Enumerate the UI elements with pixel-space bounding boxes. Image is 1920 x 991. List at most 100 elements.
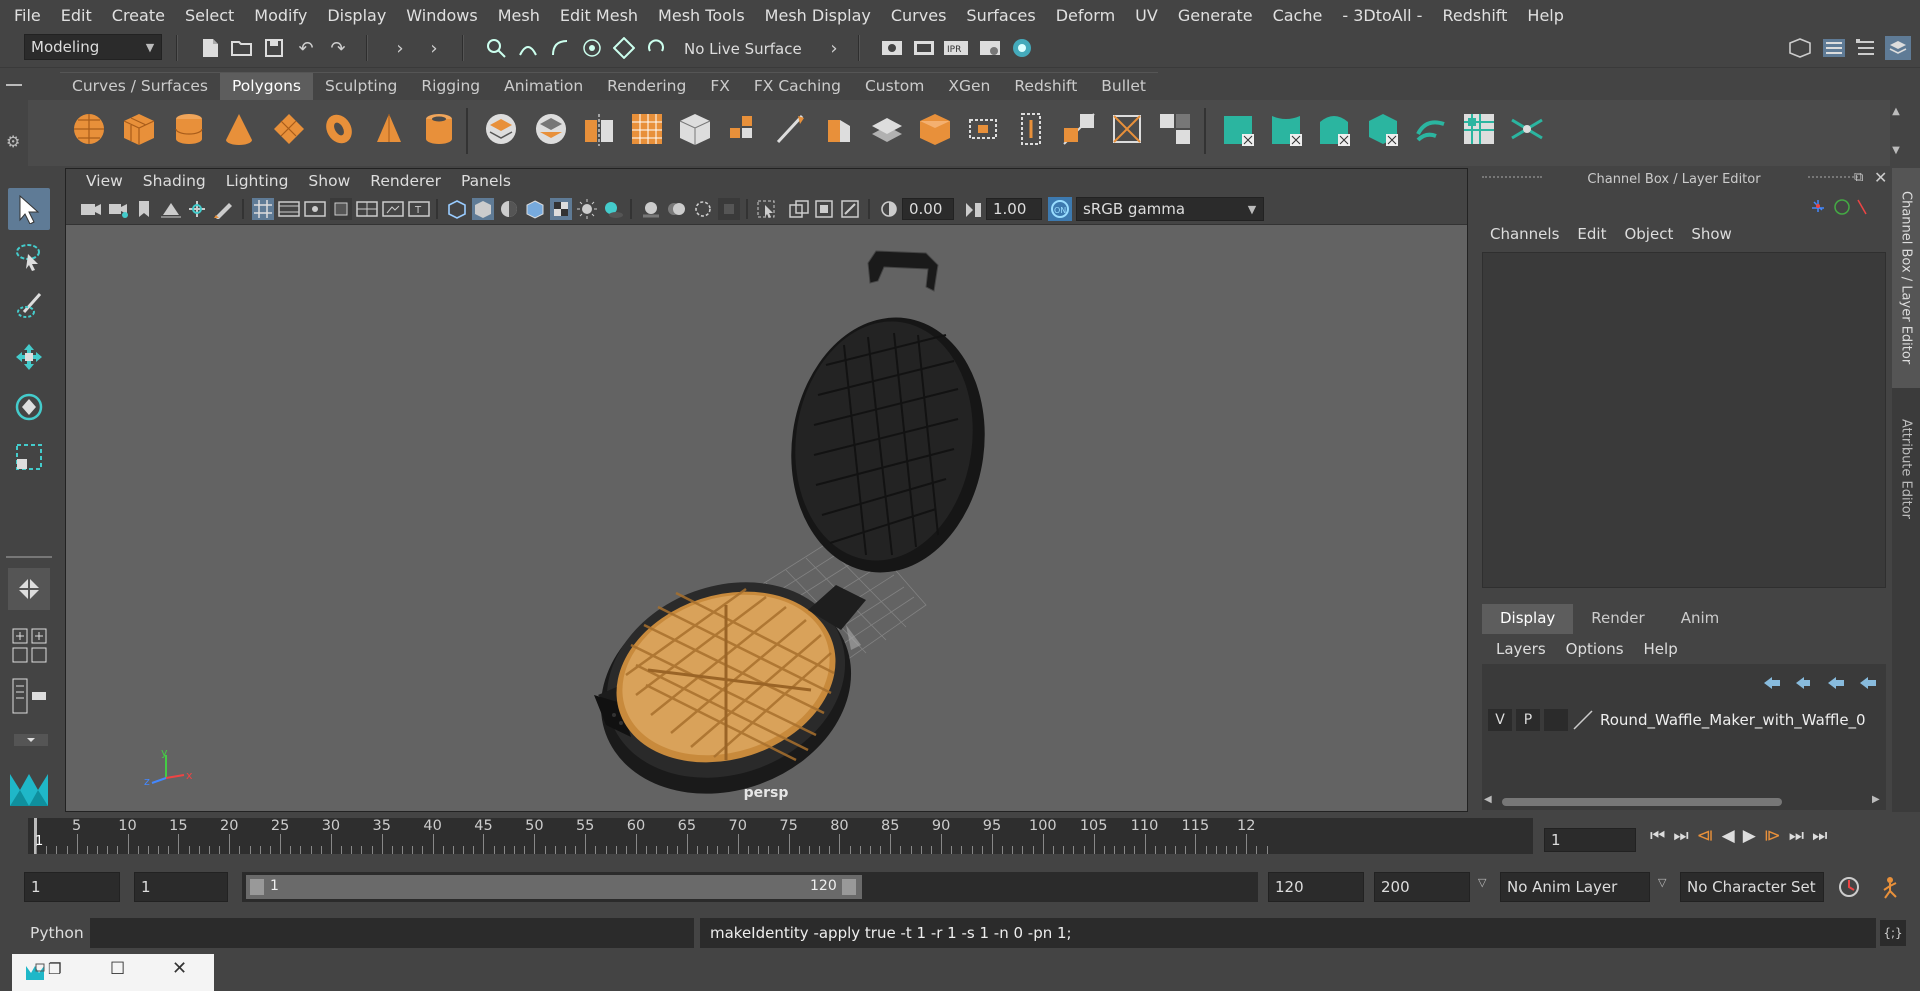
layer-display-type-toggle[interactable] [1544, 709, 1568, 731]
uv-automatic-icon[interactable] [1364, 110, 1402, 148]
uv-spherical-icon[interactable] [1316, 110, 1354, 148]
field-chart-icon[interactable] [356, 199, 378, 219]
channel-box-area[interactable] [1482, 252, 1886, 588]
animation-preferences-icon[interactable] [1876, 874, 1902, 900]
side-tab-channel-box[interactable]: Channel Box / Layer Editor [1892, 168, 1920, 388]
float-panel-icon[interactable]: ⧉ [1854, 170, 1863, 185]
save-scene-icon[interactable] [260, 34, 288, 62]
menu-select[interactable]: Select [175, 6, 244, 25]
safe-action-icon[interactable] [382, 199, 404, 219]
exposure-icon[interactable] [878, 199, 900, 219]
shelf-tab-xgen[interactable]: XGen [936, 72, 1003, 100]
menu-show[interactable]: Show [1691, 225, 1731, 243]
gamma-field[interactable]: 1.00 [986, 198, 1042, 220]
animation-end-field[interactable]: 200 [1374, 872, 1470, 902]
lasso-tool-icon[interactable] [8, 236, 50, 278]
use-all-lights-icon[interactable] [576, 199, 598, 219]
snap-view-plane-icon[interactable] [610, 34, 638, 62]
chevron-right-icon[interactable]: ▶ [1872, 794, 1880, 805]
render-current-frame-icon[interactable] [910, 34, 938, 62]
close-icon[interactable]: ✕ [172, 958, 187, 979]
menu-edit[interactable]: Edit [1577, 225, 1606, 243]
shelf-tab-polygons[interactable]: Polygons [220, 72, 313, 100]
smooth-shade-icon[interactable] [472, 198, 494, 220]
move-tool-icon[interactable] [8, 336, 50, 378]
range-end-grip[interactable] [842, 879, 856, 895]
new-scene-icon[interactable] [196, 34, 224, 62]
use-default-material-icon[interactable] [498, 199, 520, 219]
viewport-menu-show[interactable]: Show [298, 172, 360, 190]
shadows-icon[interactable] [602, 199, 624, 219]
menu-help[interactable]: Help [1644, 640, 1678, 658]
poly-pipe-icon[interactable] [420, 110, 458, 148]
xray-active-components-icon[interactable] [814, 199, 836, 219]
menu-mesh[interactable]: Mesh [488, 6, 550, 25]
layout-dropdown-icon[interactable] [12, 730, 50, 750]
poly-plane-icon[interactable] [270, 110, 308, 148]
go-to-start-icon[interactable]: ⏮ [1650, 826, 1665, 846]
extrude-icon[interactable] [820, 110, 858, 148]
side-tab-attribute-editor[interactable]: Attribute Editor [1892, 394, 1920, 544]
poly-cube-icon[interactable] [120, 110, 158, 148]
textured-icon[interactable] [550, 198, 572, 220]
viewport-scene[interactable] [66, 225, 1467, 811]
channel-box-manipulator-icons[interactable] [1810, 196, 1870, 218]
layer-action-icons[interactable] [1762, 674, 1882, 692]
combine-icon[interactable] [482, 110, 520, 148]
viewport-menu-renderer[interactable]: Renderer [360, 172, 451, 190]
menu-windows[interactable]: Windows [396, 6, 487, 25]
layer-name[interactable]: Round_Waffle_Maker_with_Waffle_0 [1600, 711, 1866, 729]
remesh-icon[interactable] [724, 110, 762, 148]
shelf-tab-redshift[interactable]: Redshift [1002, 72, 1090, 100]
tab-render[interactable]: Render [1573, 604, 1662, 634]
shelf-tab-fx[interactable]: FX [698, 72, 742, 100]
panel-grip[interactable] [1808, 176, 1858, 186]
camera-attributes-icon[interactable] [108, 199, 130, 219]
script-editor-icon[interactable]: {;} [1880, 920, 1906, 946]
layer-horizontal-scrollbar[interactable]: ◀ ▶ [1482, 794, 1886, 810]
go-to-end-icon[interactable]: ⏭ [1812, 826, 1827, 846]
grease-pencil-icon[interactable] [212, 199, 234, 219]
shelf-tab-rendering[interactable]: Rendering [595, 72, 699, 100]
quad-draw-icon[interactable] [1156, 110, 1194, 148]
scrollbar-thumb[interactable] [1502, 798, 1782, 806]
menu-file[interactable]: File [4, 6, 51, 25]
shelf-tab-curves-surfaces[interactable]: Curves / Surfaces [60, 72, 221, 100]
layer-row[interactable]: V P Round_Waffle_Maker_with_Waffle_0 [1488, 706, 1880, 734]
shelf-tab-animation[interactable]: Animation [492, 72, 596, 100]
play-backwards-icon[interactable]: ◀ [1722, 826, 1735, 846]
scale-tool-icon[interactable] [8, 436, 50, 478]
bookmark-icon[interactable] [136, 199, 152, 219]
bounding-box-icon[interactable] [964, 110, 1002, 148]
xray-icon[interactable] [788, 199, 810, 219]
minimized-window-bar[interactable]: ❐ ☐ ✕ [12, 954, 214, 991]
smooth-icon[interactable] [628, 110, 666, 148]
range-slider-handle[interactable] [246, 875, 862, 899]
four-view-layout-icon[interactable] [12, 628, 50, 668]
menu-uv[interactable]: UV [1125, 6, 1168, 25]
menu-modify[interactable]: Modify [244, 6, 317, 25]
menu-display[interactable]: Display [317, 6, 396, 25]
shelf-tab-sculpting[interactable]: Sculpting [313, 72, 410, 100]
animation-start-field[interactable]: 1 [24, 872, 120, 902]
render-view-icon[interactable] [878, 34, 906, 62]
chevron-right-icon[interactable]: › [820, 34, 848, 62]
shelf-tab-rigging[interactable]: Rigging [409, 72, 493, 100]
reduce-icon[interactable] [676, 110, 714, 148]
separate-icon[interactable] [532, 110, 570, 148]
mirror-icon[interactable] [580, 110, 618, 148]
modeling-toolkit-icon[interactable] [1786, 34, 1814, 62]
shelf-scroll[interactable]: ▲ ▼ [1888, 106, 1904, 156]
grid-icon[interactable] [252, 198, 274, 220]
snap-grid-icon[interactable] [514, 34, 542, 62]
attribute-editor-icon[interactable] [1820, 34, 1848, 62]
step-back-key-icon[interactable]: ⏭ [1673, 826, 1688, 846]
bridge-icon[interactable] [868, 110, 906, 148]
shelf-tab-custom[interactable]: Custom [852, 72, 937, 100]
chevron-down-icon[interactable]: ▽ [1658, 876, 1666, 889]
image-plane-icon[interactable] [160, 199, 182, 219]
viewport-menu-panels[interactable]: Panels [451, 172, 521, 190]
color-space-dropdown[interactable]: sRGB gamma ▼ [1076, 197, 1264, 221]
snap-curve-icon[interactable] [546, 34, 574, 62]
tab-display[interactable]: Display [1482, 604, 1574, 634]
